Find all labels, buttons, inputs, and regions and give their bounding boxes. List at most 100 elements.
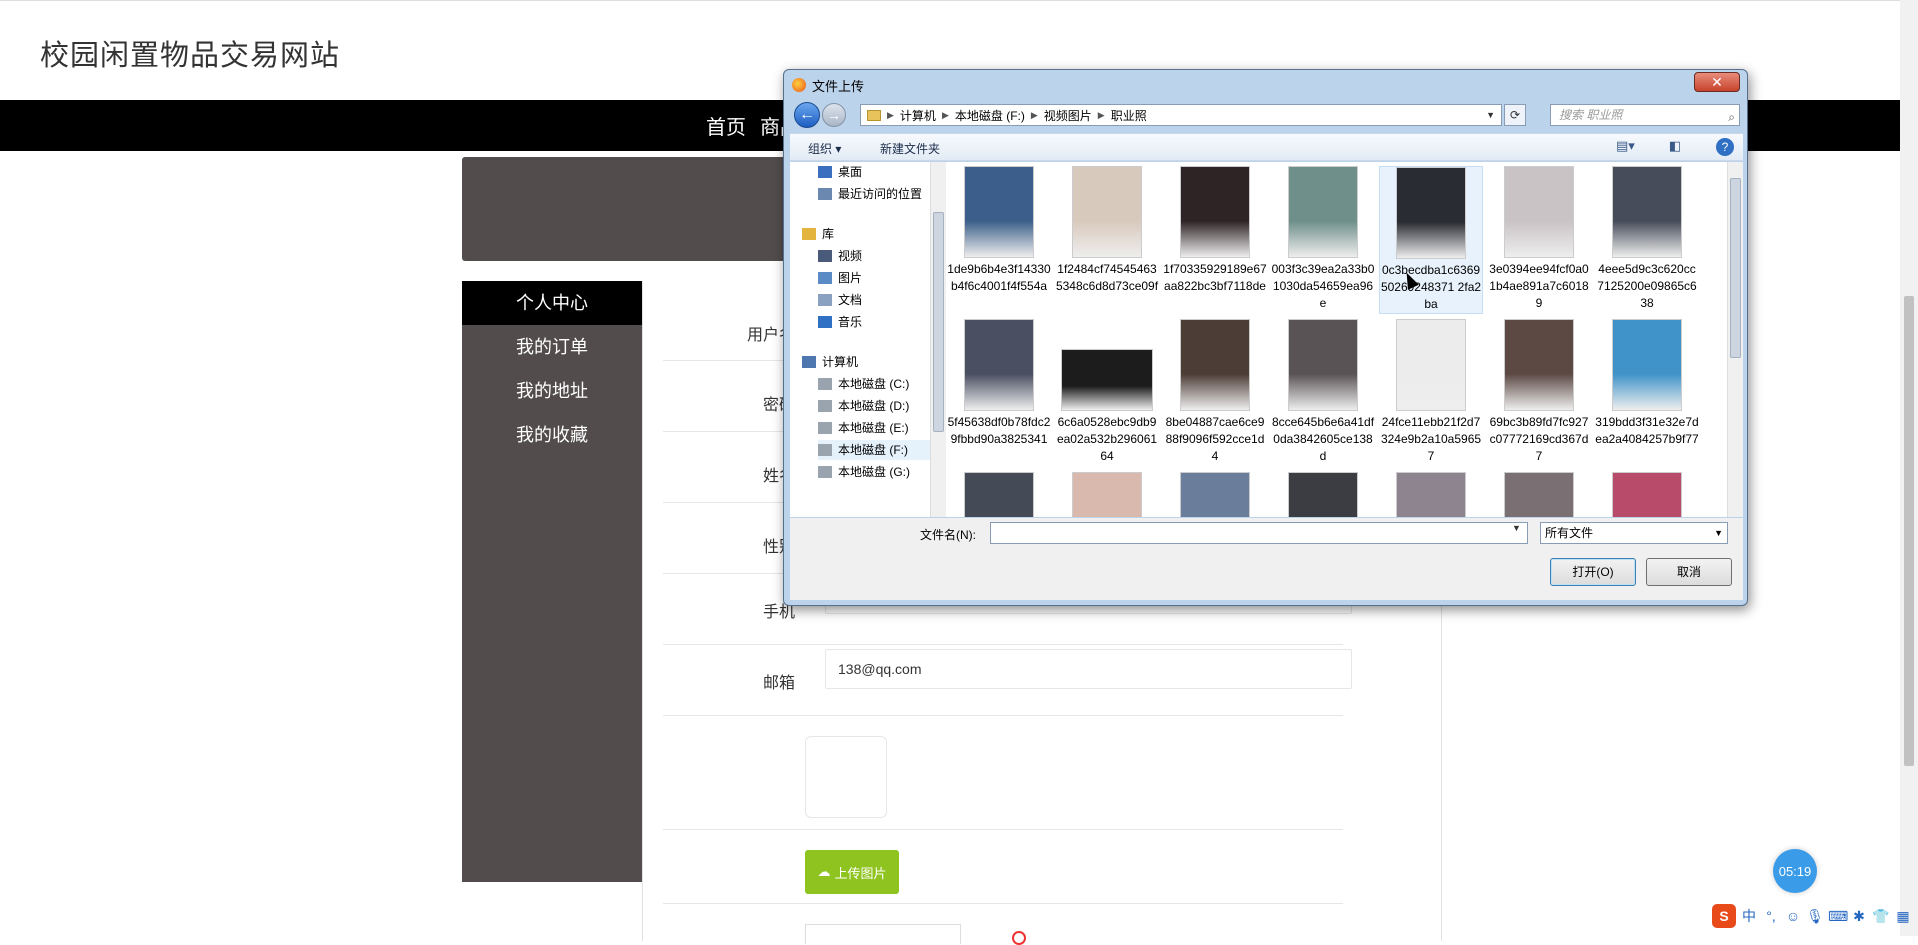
forward-button[interactable]: → <box>822 103 846 127</box>
page-scrollbar[interactable] <box>1900 0 1918 936</box>
emoji-icon[interactable]: ☺ <box>1784 908 1802 924</box>
microphone-icon[interactable]: 🎙 <box>1806 908 1824 925</box>
file-item[interactable]: 8cce645b6e6a41df0da3842605ce138d <box>1271 319 1375 465</box>
breadcrumb-drive-f[interactable]: 本地磁盘 (F:) <box>955 107 1025 124</box>
file-item[interactable]: 1f2484cf745454635348c6d8d73ce09f <box>1055 166 1159 295</box>
close-icon: ✕ <box>1711 74 1723 90</box>
open-button[interactable]: 打开(O) <box>1550 558 1636 586</box>
file-item[interactable] <box>1595 472 1699 517</box>
grid-scroll-thumb[interactable] <box>1730 178 1741 358</box>
file-item[interactable]: 24fce11ebb21f2d7324e9b2a10a59657 <box>1379 319 1483 465</box>
tree-item[interactable]: 最近访问的位置 <box>818 184 930 204</box>
nav-home[interactable]: 首页 <box>706 111 746 140</box>
new-folder-button[interactable]: 新建文件夹 <box>880 140 940 157</box>
tree-item[interactable]: 本地磁盘 (C:) <box>818 374 930 394</box>
file-item[interactable]: 4eee5d9c3c620cc7125200e09865c638 <box>1595 166 1699 312</box>
image-thumbnail <box>1180 166 1250 258</box>
address-bar[interactable]: ▶ 计算机 ▶ 本地磁盘 (F:) ▶ 视频图片 ▶ 职业照 ▼ <box>860 104 1502 126</box>
ime-lang[interactable]: 中 <box>1740 906 1758 926</box>
filename-dropdown-icon[interactable]: ▼ <box>1512 523 1521 533</box>
file-item[interactable]: 003f3c39ea2a33b01030da54659ea96e <box>1271 166 1375 312</box>
warning-icon <box>1012 931 1026 945</box>
tree-item[interactable]: 本地磁盘 (D:) <box>818 396 930 416</box>
image-thumbnail <box>1072 166 1142 258</box>
file-item[interactable]: 319bdd3f31e32e7dea2a4084257b9f77 <box>1595 319 1699 448</box>
side-item-favorites[interactable]: 我的收藏 <box>462 413 642 457</box>
back-button[interactable]: ← <box>794 102 820 128</box>
computer-icon <box>802 356 816 368</box>
tree-scrollbar[interactable] <box>930 162 946 517</box>
dialog-toolbar: 组织 ▾ 新建文件夹 ▤▾ ◧ ? <box>790 133 1743 161</box>
file-item[interactable] <box>947 472 1051 517</box>
cancel-button[interactable]: 取消 <box>1646 558 1732 586</box>
file-item[interactable] <box>1055 472 1159 517</box>
recording-timer[interactable]: 05:19 <box>1773 849 1817 893</box>
close-button[interactable]: ✕ <box>1694 72 1740 92</box>
image-thumbnail <box>1180 472 1250 517</box>
tree-item[interactable]: 本地磁盘 (G:) <box>818 462 930 482</box>
extra-input[interactable] <box>805 924 961 944</box>
tree-item[interactable]: 计算机 <box>802 352 930 372</box>
file-item[interactable] <box>1163 472 1267 517</box>
tree-item-label: 音乐 <box>838 315 863 329</box>
tree-item[interactable]: 桌面 <box>818 162 930 182</box>
tools-icon[interactable]: ✱ <box>1850 908 1868 925</box>
grid-icon[interactable]: ▦ <box>1894 908 1912 925</box>
tree-scroll-thumb[interactable] <box>933 212 944 432</box>
tree-item[interactable]: 本地磁盘 (E:) <box>818 418 930 438</box>
file-item[interactable]: 1f70335929189e67aa822bc3bf7118de <box>1163 166 1267 295</box>
file-item[interactable]: 5f45638df0b78fdc29fbbd90a3825341 <box>947 319 1051 448</box>
file-item[interactable]: 69bc3b89fd7fc927c07772169cd367d7 <box>1487 319 1591 465</box>
breadcrumb-computer[interactable]: 计算机 <box>900 107 936 124</box>
side-item-orders[interactable]: 我的订单 <box>462 325 642 369</box>
page-scroll-thumb[interactable] <box>1904 296 1914 766</box>
side-item-address[interactable]: 我的地址 <box>462 369 642 413</box>
preview-pane-icon[interactable]: ◧ <box>1666 138 1684 156</box>
tree-item-label: 桌面 <box>838 165 863 179</box>
refresh-button[interactable]: ⟳ <box>1504 104 1526 126</box>
tree-item[interactable]: 音乐 <box>818 312 930 332</box>
search-icon[interactable]: ⌕ <box>1728 107 1735 127</box>
punctuation-icon[interactable]: °, <box>1762 908 1780 924</box>
file-item[interactable] <box>1379 472 1483 517</box>
breadcrumb-video-images[interactable]: 视频图片 <box>1044 107 1092 124</box>
tree-item-label: 库 <box>822 227 835 241</box>
breadcrumb-portraits[interactable]: 职业照 <box>1111 107 1147 124</box>
help-icon[interactable]: ? <box>1716 138 1734 156</box>
email-input[interactable]: 138@qq.com <box>825 649 1352 689</box>
file-item[interactable]: 1de9b6b4e3f14330b4f6c4001f4f554a <box>947 166 1051 295</box>
address-dropdown-icon[interactable]: ▼ <box>1486 110 1495 120</box>
tree-item-label: 本地磁盘 (G:) <box>838 465 910 479</box>
file-item[interactable]: 0c3becdba1c636950269248371 2fa2ba <box>1379 166 1483 314</box>
tree-item[interactable]: 库 <box>802 224 930 244</box>
search-input[interactable]: 搜索 职业照 ⌕ <box>1550 104 1740 126</box>
tree-item[interactable]: 本地磁盘 (F:) <box>818 440 930 460</box>
forward-arrow-icon: → <box>827 107 841 123</box>
image-thumbnail <box>1612 472 1682 517</box>
recent-icon <box>818 188 832 200</box>
filetype-select[interactable]: 所有文件 ▼ <box>1540 522 1728 544</box>
file-item[interactable]: 3e0394ee94fcf0a01b4ae891a7c60189 <box>1487 166 1591 312</box>
ime-toolbar: S 中 °, ☺ 🎙 ⌨ ✱ 👕 ▦ <box>1712 902 1918 930</box>
filename-input[interactable] <box>990 522 1528 544</box>
file-item[interactable]: 8be04887cae6ce988f9096f592cce1d4 <box>1163 319 1267 465</box>
image-thumbnail <box>1504 472 1574 517</box>
image-thumbnail <box>1504 166 1574 258</box>
skin-icon[interactable]: 👕 <box>1872 908 1890 925</box>
side-item-profile[interactable]: 个人中心 <box>462 281 642 325</box>
organize-menu[interactable]: 组织 ▾ <box>808 140 841 157</box>
drive-icon <box>818 444 832 456</box>
row-avatar <box>663 716 1343 830</box>
image-thumbnail <box>964 319 1034 411</box>
tree-item[interactable]: 图片 <box>818 268 930 288</box>
file-item[interactable]: 6c6a0528ebc9db9ea02a532b29606164 <box>1055 319 1159 465</box>
tree-item[interactable]: 视频 <box>818 246 930 266</box>
view-options-icon[interactable]: ▤▾ <box>1616 138 1635 156</box>
grid-scrollbar[interactable] <box>1727 162 1743 517</box>
tree-item[interactable]: 文档 <box>818 290 930 310</box>
file-item[interactable] <box>1271 472 1375 517</box>
tree-item-label: 图片 <box>838 271 863 285</box>
keyboard-icon[interactable]: ⌨ <box>1828 908 1848 925</box>
sogou-logo-icon[interactable]: S <box>1712 904 1736 928</box>
file-item[interactable] <box>1487 472 1591 517</box>
